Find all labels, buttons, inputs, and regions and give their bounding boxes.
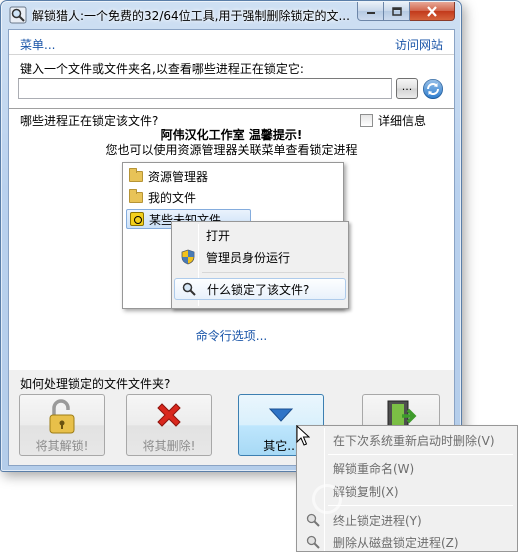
context-item-what-locked: 什么锁定了该文件? bbox=[174, 278, 346, 300]
maximize-button[interactable] bbox=[384, 2, 410, 21]
dropdown-triangle-icon bbox=[268, 408, 294, 422]
red-x-icon bbox=[157, 403, 181, 427]
app-window: 解锁猎人:一个免费的32/64位工具,用于强制删除锁定的文... 菜单... 访… bbox=[0, 0, 462, 472]
process-kill-icon bbox=[306, 513, 320, 527]
context-item-run-as-admin: 管理员身份运行 bbox=[174, 246, 346, 268]
other-actions-menu: 在下次系统重新启动时删除(V) 解锁重命名(W) 解锁复制(X) 终止锁定进程(… bbox=[296, 425, 518, 552]
delete-button[interactable]: 将其删除! bbox=[126, 394, 212, 456]
close-button[interactable] bbox=[410, 2, 455, 21]
illustration-item-label: 资源管理器 bbox=[148, 169, 209, 184]
folder-icon bbox=[129, 167, 143, 182]
actions-label: 如何处理锁定的文件文件夹? bbox=[20, 377, 171, 391]
divider bbox=[202, 272, 344, 273]
app-magnifier-icon bbox=[9, 6, 27, 24]
unlock-button-label: 将其解锁! bbox=[35, 439, 89, 453]
menu-item-label: 终止锁定进程(Y) bbox=[333, 513, 422, 528]
client-area: 菜单... 访问网站 键入一个文件或文件夹名,以查看哪些进程正在锁定它: ...… bbox=[8, 29, 455, 466]
menu-item-label: 删除从磁盘锁定进程(Z) bbox=[333, 535, 459, 550]
magnifier-icon bbox=[182, 282, 196, 296]
delete-button-label: 将其删除! bbox=[142, 439, 196, 453]
menu-item-unlock-copy[interactable]: 解锁复制(X) bbox=[299, 480, 515, 502]
menu-item-kill-process[interactable]: 终止锁定进程(Y) bbox=[299, 509, 515, 531]
minimize-button[interactable] bbox=[357, 2, 384, 21]
hazard-file-icon bbox=[130, 212, 144, 226]
context-item-label: 管理员身份运行 bbox=[206, 250, 291, 265]
menu-item-delete-on-reboot[interactable]: 在下次系统重新启动时删除(V) bbox=[299, 429, 515, 451]
window-controls bbox=[357, 2, 455, 21]
title-bar[interactable]: 解锁猎人:一个免费的32/64位工具,用于强制删除锁定的文... bbox=[1, 1, 461, 29]
minimize-icon bbox=[366, 12, 375, 14]
notice-subtitle: 您也可以使用资源管理器关联菜单查看锁定进程 bbox=[105, 143, 358, 157]
visit-website-link[interactable]: 访问网站 bbox=[395, 36, 443, 53]
illustration-context-menu: 打开 管理员身份运行 什么锁定了该文件? bbox=[171, 221, 349, 309]
menu-link[interactable]: 菜单... bbox=[20, 36, 55, 53]
open-padlock-icon bbox=[49, 399, 75, 434]
explorer-illustration: 资源管理器 我的文件 某些未知文件 打开 管理员身份运行 什么锁定了该文件? bbox=[122, 162, 349, 309]
illustration-item-label: 我的文件 bbox=[148, 190, 197, 205]
file-path-input[interactable] bbox=[18, 78, 392, 99]
divider bbox=[328, 505, 513, 506]
context-item-open: 打开 bbox=[174, 224, 346, 246]
command-line-options-link: 命令行选项... bbox=[9, 327, 454, 344]
close-icon bbox=[427, 5, 437, 17]
unlock-button[interactable]: 将其解锁! bbox=[19, 394, 105, 456]
window-title: 解锁猎人:一个免费的32/64位工具,用于强制删除锁定的文... bbox=[32, 9, 350, 23]
menu-item-unlock-rename[interactable]: 解锁重命名(W) bbox=[299, 457, 515, 479]
menu-item-label: 解锁复制(X) bbox=[333, 484, 399, 499]
menu-item-label: 在下次系统重新启动时删除(V) bbox=[333, 433, 495, 448]
browse-button[interactable]: ... bbox=[396, 78, 418, 99]
context-item-label: 什么锁定了该文件? bbox=[207, 282, 310, 297]
file-prompt-label: 键入一个文件或文件夹名,以查看哪些进程正在锁定它: bbox=[20, 62, 304, 76]
command-line-link-text[interactable]: 命令行选项... bbox=[196, 329, 267, 343]
illustration-item: 资源管理器 bbox=[129, 166, 208, 186]
uac-shield-icon bbox=[181, 249, 195, 265]
divider bbox=[9, 54, 454, 55]
menu-item-label: 解锁重命名(W) bbox=[333, 461, 415, 476]
refresh-icon[interactable] bbox=[422, 78, 444, 100]
divider bbox=[9, 108, 454, 109]
process-delete-icon bbox=[306, 535, 320, 549]
mouse-cursor-icon bbox=[296, 425, 310, 446]
folder-icon bbox=[129, 188, 143, 203]
illustration-item: 我的文件 bbox=[129, 187, 196, 207]
menu-item-delete-process-from-disk[interactable]: 删除从磁盘锁定进程(Z) bbox=[299, 531, 515, 552]
context-item-label: 打开 bbox=[206, 228, 231, 243]
divider bbox=[328, 454, 513, 455]
maximize-icon bbox=[391, 6, 402, 16]
